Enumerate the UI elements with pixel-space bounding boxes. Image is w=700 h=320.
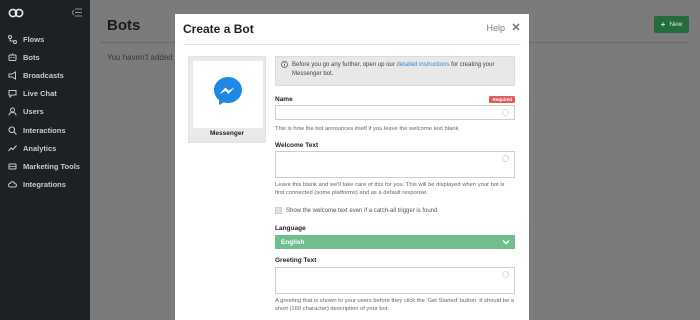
language-label: Language — [275, 225, 306, 232]
modal-header: Create a Bot Help — [175, 14, 529, 46]
sidebar-item-label: Analytics — [23, 143, 57, 153]
sidebar-item-label: Bots — [23, 52, 40, 62]
info-icon — [281, 61, 288, 68]
logo-icon[interactable] — [8, 7, 24, 19]
sidebar-header — [0, 0, 90, 28]
help-link[interactable]: Help — [486, 23, 505, 33]
modal-title: Create a Bot — [183, 22, 254, 36]
language-selected-value: English — [281, 238, 305, 246]
sidebar-item-label: Broadcasts — [23, 70, 64, 80]
greeting-help-text: A greeting that is shown to your users b… — [275, 298, 515, 312]
empty-state-text: You haven't added — [107, 53, 173, 62]
sidebar-item-label: Interactions — [23, 125, 66, 135]
language-select[interactable]: English — [275, 235, 515, 249]
megaphone-icon — [8, 162, 17, 171]
close-icon[interactable] — [512, 23, 520, 31]
sidebar-item-flows[interactable]: Flows — [0, 30, 90, 48]
instructions-notice: Before you go any further, open up our d… — [275, 56, 515, 86]
messenger-icon — [214, 77, 242, 105]
name-label: Name — [275, 96, 293, 103]
chat-icon — [8, 89, 17, 99]
sidebar-item-label: Marketing Tools — [23, 161, 80, 171]
sidebar-item-label: Users — [23, 107, 44, 117]
new-bot-button[interactable]: + New — [654, 16, 689, 33]
broadcasts-icon — [8, 71, 17, 80]
name-field[interactable] — [275, 105, 515, 120]
name-help-text: This is how the bot announces itself if … — [275, 126, 460, 132]
sidebar-item-label: Live Chat — [23, 89, 57, 99]
sidebar: Flows Bots Broadcasts Live Chat Users In… — [0, 0, 90, 320]
chevron-down-icon — [502, 240, 510, 245]
greeting-text-field[interactable] — [275, 267, 515, 294]
cloud-icon — [8, 180, 17, 189]
sidebar-item-marketing-tools[interactable]: Marketing Tools — [0, 157, 90, 175]
collapse-menu-icon[interactable] — [72, 8, 82, 17]
flows-icon — [8, 34, 17, 44]
sidebar-item-users[interactable]: Users — [0, 103, 90, 121]
analytics-icon — [8, 144, 17, 153]
sidebar-item-interactions[interactable]: Interactions — [0, 121, 90, 139]
create-bot-modal: Create a Bot Help Messenger Before you g… — [175, 14, 529, 320]
provider-label: Messenger — [210, 130, 244, 137]
welcome-help-text: Leave this blank and we'll take care of … — [275, 182, 505, 196]
sidebar-item-live-chat[interactable]: Live Chat — [0, 85, 90, 103]
required-badge: Required — [489, 96, 515, 103]
plus-icon: + — [660, 20, 666, 29]
sidebar-item-integrations[interactable]: Integrations — [0, 176, 90, 194]
emoji-picker-icon[interactable] — [502, 155, 509, 162]
provider-messenger[interactable]: Messenger — [188, 56, 266, 143]
provider-card — [193, 61, 263, 128]
sidebar-item-bots[interactable]: Bots — [0, 48, 90, 66]
welcome-catchall-checkbox-row[interactable]: Show the welcome text even if a catch-al… — [275, 207, 437, 214]
detailed-instructions-link[interactable]: detailed instructions — [396, 62, 449, 68]
welcome-text-field[interactable] — [275, 151, 515, 178]
search-icon — [8, 125, 17, 135]
welcome-catchall-checkbox[interactable] — [275, 207, 282, 214]
greeting-text-label: Greeting Text — [275, 257, 317, 264]
notice-text-start: Before you go any further, open up our — [292, 62, 397, 68]
sidebar-item-label: Integrations — [23, 180, 66, 190]
page-title: Bots — [107, 17, 141, 34]
emoji-picker-icon[interactable] — [502, 271, 509, 278]
welcome-text-label: Welcome Text — [275, 142, 319, 149]
emoji-picker-icon[interactable] — [502, 109, 509, 116]
sidebar-item-analytics[interactable]: Analytics — [0, 139, 90, 157]
checkbox-label: Show the welcome text even if a catch-al… — [286, 207, 438, 214]
sidebar-item-broadcasts[interactable]: Broadcasts — [0, 66, 90, 84]
sidebar-item-label: Flows — [23, 34, 45, 44]
new-button-label: New — [669, 21, 683, 28]
divider — [183, 44, 521, 45]
bots-icon — [8, 53, 17, 62]
user-icon — [8, 107, 17, 116]
